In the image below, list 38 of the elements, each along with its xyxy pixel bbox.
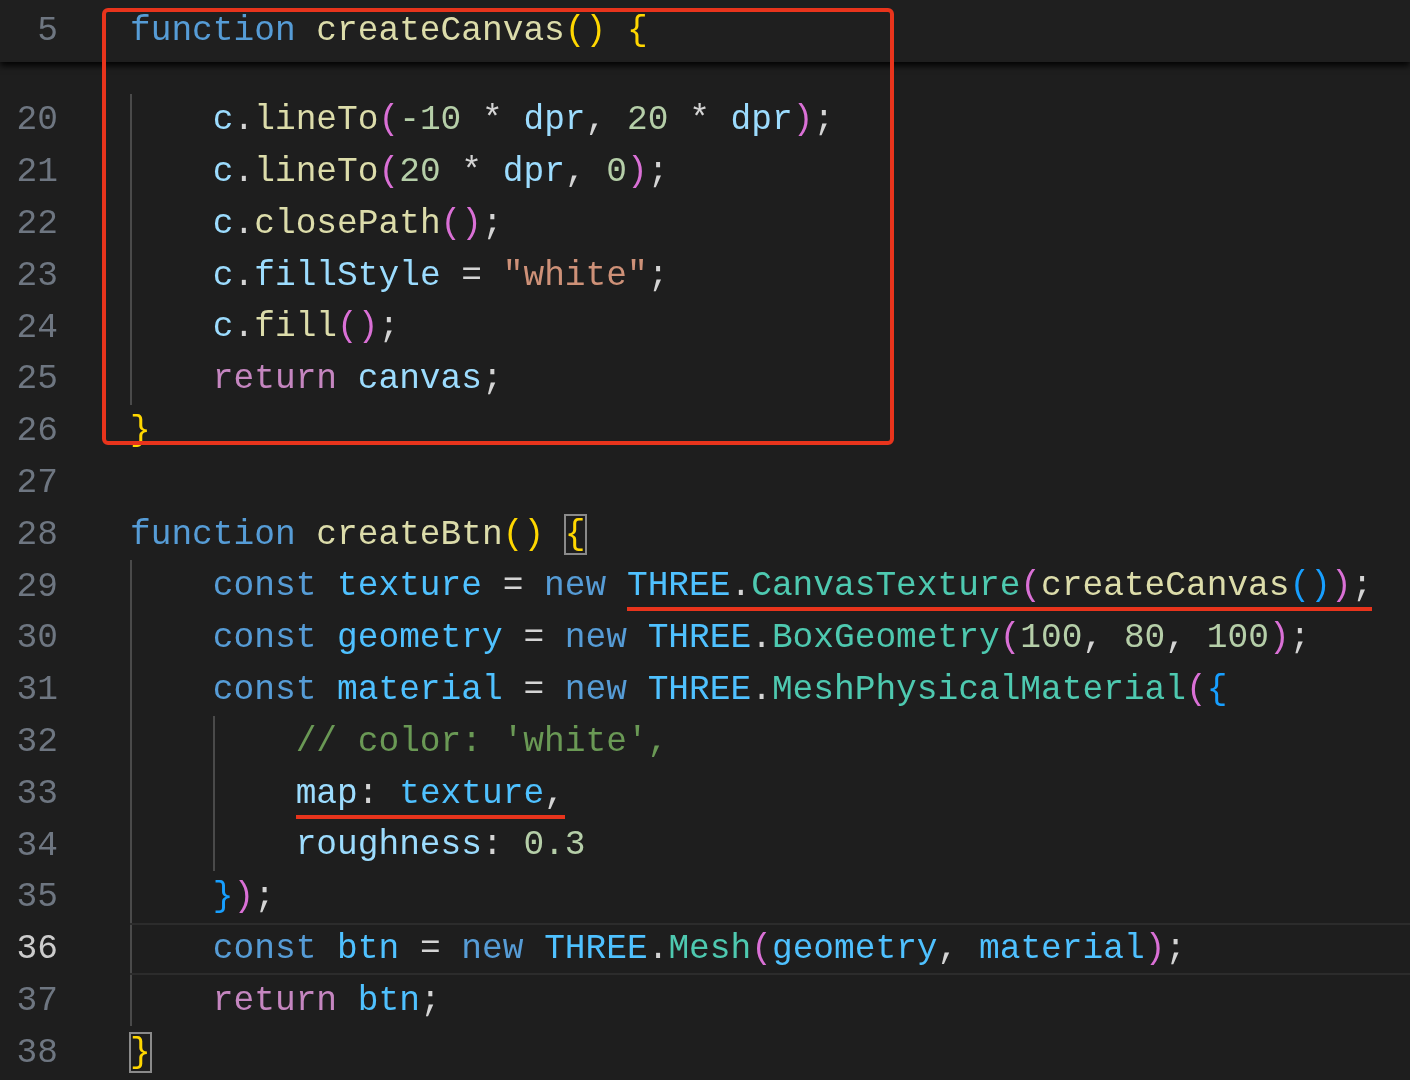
line-number: 35	[15, 877, 58, 917]
line-number: 21	[15, 152, 58, 192]
code-line: return canvas;	[212, 358, 503, 401]
line-number: 25	[15, 359, 58, 399]
line-number: 5	[36, 11, 58, 51]
code-line: map: texture,	[295, 768, 565, 822]
line-number: 22	[15, 204, 58, 243]
code-line: c.fill();	[212, 306, 400, 349]
code-line: c.fillStyle = "white";	[212, 254, 669, 297]
line-number: 27	[15, 462, 58, 502]
line-number: 34	[15, 825, 58, 865]
code-line: });	[212, 876, 275, 919]
line-number: 28	[15, 514, 58, 554]
code-line: }	[130, 1031, 151, 1074]
code-line: function createCanvas() {	[130, 13, 648, 49]
code-line: c.closePath();	[212, 202, 503, 245]
code-line: // color: 'white',	[295, 720, 669, 763]
line-number: 24	[15, 307, 58, 347]
line-number: 23	[15, 255, 58, 295]
line-number: 32	[15, 721, 58, 761]
line-number: 30	[15, 618, 58, 658]
code-line: c.lineTo(20 * dpr, 0);	[212, 151, 669, 193]
code-line: c.lineTo(-10 * dpr, 20 * dpr);	[212, 99, 835, 142]
line-number: 26	[15, 411, 58, 451]
line-number: 29	[15, 566, 58, 606]
line-number: 33	[15, 773, 58, 813]
line-number: 37	[15, 980, 58, 1020]
code-line: const btn = new THREE.Mesh(geometry, material);	[212, 927, 1187, 970]
line-number: 38	[15, 1032, 58, 1072]
code-line: const geometry = new THREE.BoxGeometry(100, 80, 100);	[212, 617, 1311, 660]
code-line: roughness: 0.3	[295, 824, 586, 867]
line-number: 36	[15, 929, 58, 969]
code-line: const texture = new THREE.CanvasTexture(createCanvas());	[212, 561, 1373, 615]
code-line: function createBtn() {	[130, 513, 586, 556]
code-line: return btn;	[212, 979, 441, 1022]
code-line: const material = new THREE.MeshPhysicalMaterial({	[212, 668, 1228, 711]
line-number: 20	[15, 100, 58, 140]
line-number: 31	[15, 670, 58, 710]
